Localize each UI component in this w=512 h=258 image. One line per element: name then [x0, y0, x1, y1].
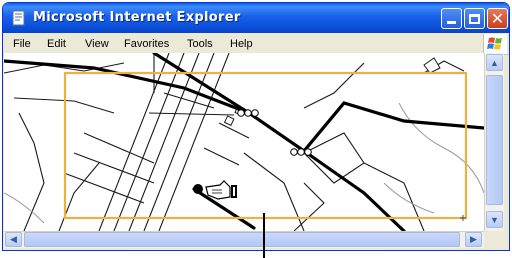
- horizontal-scrollbar[interactable]: ◀ ▶: [4, 231, 484, 248]
- close-icon: ✕: [490, 8, 505, 28]
- chevron-right-icon: ▶: [470, 234, 477, 244]
- menu-bar: File Edit View Favorites Tools Help: [3, 33, 509, 55]
- close-button[interactable]: ✕: [487, 8, 508, 29]
- street-map[interactable]: [4, 53, 484, 231]
- scroll-left-button[interactable]: ◀: [5, 232, 22, 247]
- horizontal-scroll-thumb[interactable]: [24, 232, 460, 247]
- ie-page-icon: [12, 10, 25, 26]
- vertical-scroll-thumb[interactable]: [486, 75, 503, 205]
- menu-help[interactable]: Help: [230, 38, 253, 50]
- maximize-button[interactable]: [464, 8, 485, 29]
- callout-line: [263, 213, 265, 258]
- chevron-up-icon: ▲: [490, 57, 499, 68]
- minimize-icon: [447, 21, 456, 24]
- scroll-down-button[interactable]: ▼: [486, 211, 503, 228]
- chevron-down-icon: ▼: [490, 214, 499, 225]
- vertical-scrollbar[interactable]: ▲ ▼: [484, 53, 504, 231]
- scroll-right-button[interactable]: ▶: [465, 232, 482, 247]
- menu-favorites[interactable]: Favorites: [124, 38, 169, 50]
- minimize-button[interactable]: [441, 8, 462, 29]
- pan-hand-cursor-icon: [205, 180, 237, 200]
- window-title: Microsoft Internet Explorer: [33, 10, 241, 25]
- major-roads: [4, 53, 484, 231]
- minor-roads: [4, 53, 465, 231]
- throbber: [483, 34, 507, 54]
- scrollbar-corner: [484, 231, 504, 248]
- menu-file[interactable]: File: [13, 38, 31, 50]
- menu-view[interactable]: View: [85, 38, 109, 50]
- menu-tools[interactable]: Tools: [187, 38, 213, 50]
- chevron-left-icon: ◀: [10, 234, 17, 244]
- menu-edit[interactable]: Edit: [47, 38, 66, 50]
- scroll-up-button[interactable]: ▲: [486, 54, 503, 71]
- title-bar[interactable]: Microsoft Internet Explorer ✕: [3, 3, 509, 33]
- map-viewport[interactable]: [4, 53, 484, 231]
- windows-logo-icon: [487, 37, 502, 50]
- maximize-icon: [469, 13, 480, 24]
